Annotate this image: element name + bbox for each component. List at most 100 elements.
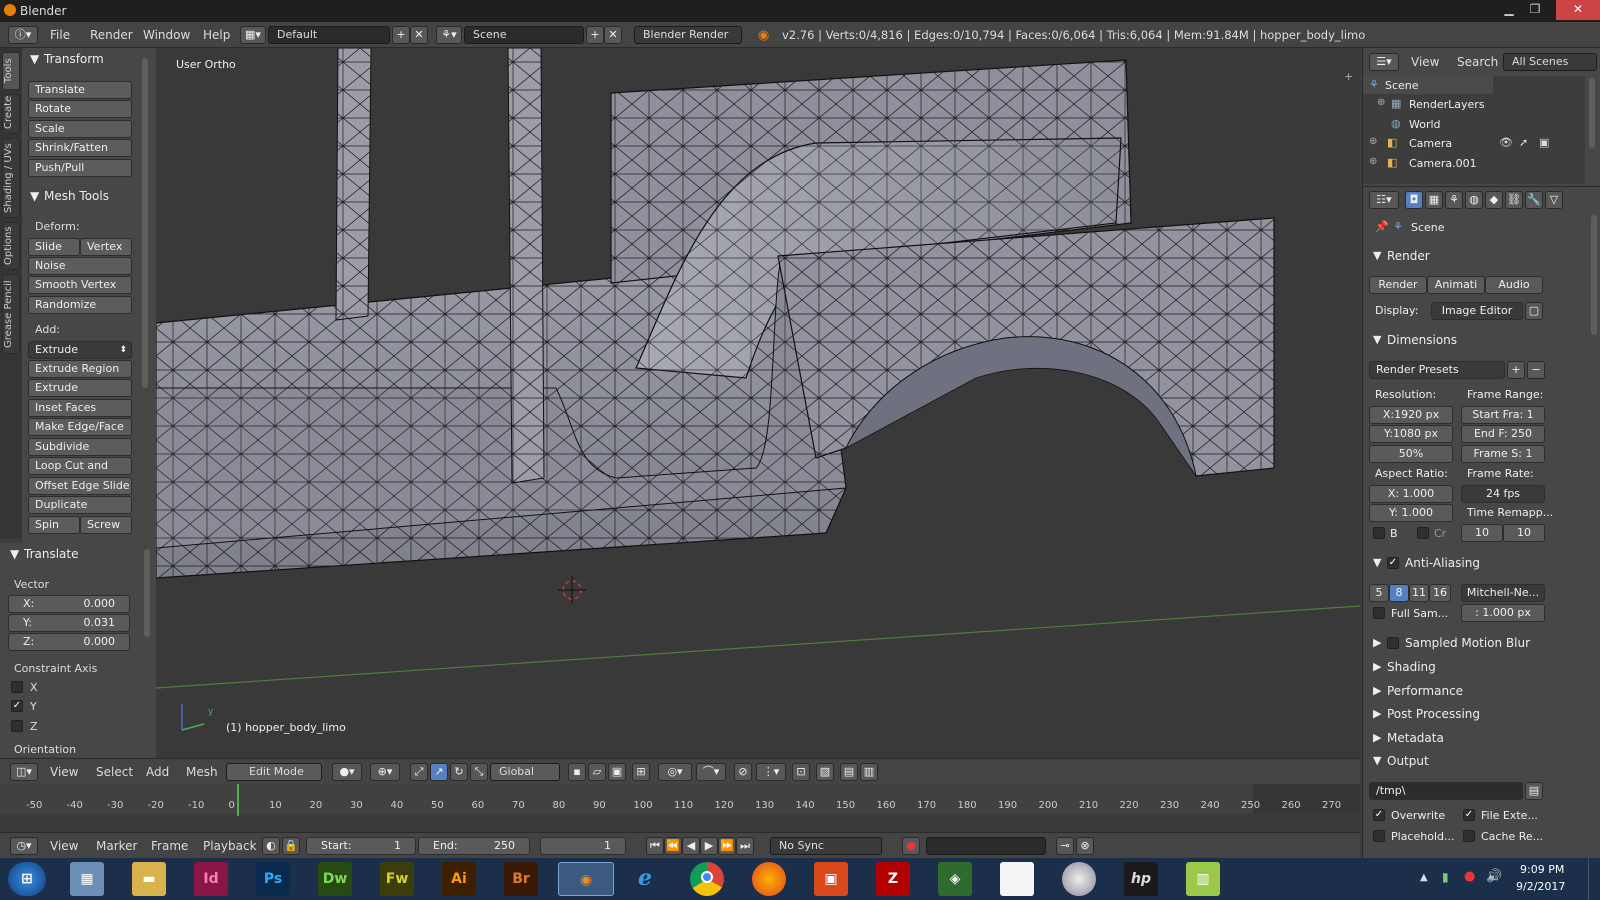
aa-samples-8[interactable]: 8 — [1389, 584, 1409, 602]
play-icon[interactable]: ▶ — [700, 837, 718, 855]
falloff-icon[interactable]: ⌒▾ — [696, 763, 726, 781]
metadata-panel-title[interactable]: Metadata — [1387, 731, 1444, 745]
jump-start-icon[interactable]: ⏮ — [646, 837, 664, 855]
scale-manipulator-icon[interactable]: ⤡ — [470, 763, 488, 781]
randomize-button[interactable]: Randomize — [28, 296, 132, 314]
vector-y-field[interactable]: Y: 0.031 — [8, 614, 130, 632]
rotate-manipulator-icon[interactable]: ↻ — [450, 763, 468, 781]
transform-panel-arrow-icon[interactable]: ▼ — [30, 52, 39, 66]
jump-end-icon[interactable]: ⏭ — [736, 837, 754, 855]
aa-filter-select[interactable]: Mitchell-Ne... — [1461, 584, 1545, 602]
performance-panel-title[interactable]: Performance — [1387, 684, 1463, 698]
placeholders-checkbox[interactable] — [1373, 830, 1385, 842]
editor-type-outliner-icon[interactable]: ☰▾ — [1369, 53, 1399, 71]
render-tab-icon[interactable]: ◘ — [1405, 191, 1423, 209]
manipulator-toggle-icon[interactable]: ⤢ — [410, 763, 428, 781]
menu-frame[interactable]: Frame — [151, 839, 188, 853]
shrink-fatten-button[interactable]: Shrink/Fatten — [28, 139, 132, 157]
expand-icon[interactable]: ⊕ — [1369, 156, 1377, 167]
offset-edge-slide-button[interactable]: Offset Edge Slide — [28, 477, 132, 495]
output-arrow-icon[interactable]: ▼ — [1373, 754, 1381, 767]
editor-type-info-icon[interactable]: ⓘ▾ — [8, 26, 38, 44]
properties-scrollbar[interactable] — [1591, 215, 1597, 335]
minimize-icon[interactable]: ▁ — [1496, 0, 1522, 20]
outliner-scrollbar[interactable] — [1589, 78, 1595, 148]
translate-manipulator-icon[interactable]: ↗ — [430, 763, 448, 781]
tab-create[interactable]: Create — [2, 94, 20, 134]
snap-target-icon[interactable]: ⊡ — [792, 763, 810, 781]
animation-button[interactable]: Animati — [1427, 276, 1485, 294]
motion-blur-checkbox[interactable] — [1387, 637, 1399, 649]
scale-button[interactable]: Scale — [28, 120, 132, 138]
cache-result-checkbox[interactable] — [1463, 830, 1475, 842]
vector-z-field[interactable]: Z: 0.000 — [8, 633, 130, 651]
world-tab-icon[interactable]: ◍ — [1465, 191, 1483, 209]
outliner-filter-select[interactable]: All Scenes — [1503, 53, 1597, 71]
maximize-icon[interactable]: ❐ — [1522, 0, 1548, 20]
delete-keyframe-icon[interactable]: ⊗ — [1076, 837, 1094, 855]
render-panel-arrow-icon[interactable]: ▼ — [1373, 249, 1381, 262]
transform-orientation-select[interactable]: Global — [490, 763, 560, 781]
outliner-item-world[interactable]: World — [1409, 118, 1441, 131]
edge-select-icon[interactable]: ▱ — [588, 763, 606, 781]
crop-checkbox[interactable] — [1417, 527, 1429, 539]
outliner-menu-view[interactable]: View — [1411, 55, 1439, 69]
outliner-menu-search[interactable]: Search — [1457, 55, 1498, 69]
snap-toggle-icon[interactable]: ⊘ — [734, 763, 752, 781]
smooth-vertex-button[interactable]: Smooth Vertex — [28, 276, 132, 294]
visibility-eye-icon[interactable]: 👁 — [1499, 136, 1513, 149]
start-button-icon[interactable]: ⊞ — [8, 862, 46, 896]
screen-layout-icon[interactable]: ▦▾ — [240, 26, 266, 44]
scene-icon[interactable]: ⚘▾ — [436, 26, 462, 44]
sampled-motion-blur-title[interactable]: Sampled Motion Blur — [1405, 636, 1530, 650]
render-layers-tab-icon[interactable]: ▦ — [1425, 191, 1443, 209]
pin-icon[interactable]: 📌 — [1375, 220, 1389, 233]
opengl-extra-icon[interactable]: ▥ — [860, 763, 878, 781]
tab-tools[interactable]: Tools — [2, 52, 20, 90]
rotate-button[interactable]: Rotate — [28, 100, 132, 118]
selectable-cursor-icon[interactable]: ➚ — [1519, 136, 1528, 149]
disc-icon[interactable] — [1062, 862, 1096, 896]
calculator-icon[interactable]: ▦ — [70, 862, 104, 896]
redo-scrollbar[interactable] — [144, 549, 150, 637]
resolution-y-field[interactable]: Y:1080 px — [1369, 425, 1453, 443]
menu-marker[interactable]: Marker — [96, 839, 137, 853]
extrude-individual-button[interactable]: Extrude Individual — [28, 379, 132, 410]
constraint-z-checkbox[interactable] — [11, 720, 23, 732]
menu-help[interactable]: Help — [203, 28, 230, 42]
limit-to-visible-icon[interactable]: ⊞ — [632, 763, 650, 781]
vector-x-field[interactable]: X: 0.000 — [8, 595, 130, 613]
start-frame-field[interactable]: Start Fra: 1 — [1461, 406, 1545, 424]
file-explorer-icon[interactable]: ▬ — [132, 862, 166, 896]
scene-field[interactable]: Scene — [464, 26, 584, 44]
dreamweaver-icon[interactable]: Dw — [318, 862, 352, 896]
menu-view[interactable]: View — [50, 765, 78, 779]
timeline[interactable]: -50 -40 -30 -20 -10 0 10 20 30 40 50 60 70 80 90 100 110… — [0, 784, 1382, 832]
3d-viewport[interactable]: User Ortho y (1) hopper_body_limo + — [156, 48, 1360, 758]
remove-preset-icon[interactable]: − — [1527, 361, 1545, 379]
viewport-shading-icon[interactable]: ●▾ — [332, 763, 362, 781]
opengl-render-icon[interactable]: ▧ — [816, 763, 834, 781]
chart-app-icon[interactable]: ▥ — [1186, 862, 1220, 896]
filezilla-icon[interactable]: Z — [876, 862, 910, 896]
snap-element-icon[interactable]: ⋮▾ — [756, 763, 786, 781]
end-frame-field[interactable]: End: 250 — [418, 837, 530, 855]
lock-range-icon[interactable]: 🔒 — [282, 837, 300, 855]
resolution-percent-field[interactable]: 50% — [1369, 445, 1453, 463]
internet-explorer-icon[interactable]: ℯ — [628, 862, 662, 896]
editor-type-properties-icon[interactable]: ☷▾ — [1369, 191, 1399, 209]
menu-mesh[interactable]: Mesh — [186, 765, 218, 779]
show-desktop-button[interactable] — [1588, 858, 1600, 900]
tab-grease-pencil[interactable]: Grease Pencil — [2, 274, 20, 354]
illustrator-icon[interactable]: Ai — [442, 862, 476, 896]
render-button[interactable]: Render — [1369, 276, 1427, 294]
data-tab-icon[interactable]: ▽ — [1545, 191, 1563, 209]
aa-samples-5[interactable]: 5 — [1369, 584, 1389, 602]
translate-button[interactable]: Translate — [28, 81, 132, 99]
frame-ruler[interactable]: -50 -40 -30 -20 -10 0 10 20 30 40 50 60 70 80 90 100 110… — [0, 800, 1382, 814]
object-tab-icon[interactable]: ◆ — [1485, 191, 1503, 209]
pivot-point-icon[interactable]: ⊕▾ — [370, 763, 400, 781]
next-keyframe-icon[interactable]: ⏩ — [718, 837, 736, 855]
vertex-select-icon[interactable]: ▪ — [568, 763, 586, 781]
shading-panel-title[interactable]: Shading — [1387, 660, 1436, 674]
